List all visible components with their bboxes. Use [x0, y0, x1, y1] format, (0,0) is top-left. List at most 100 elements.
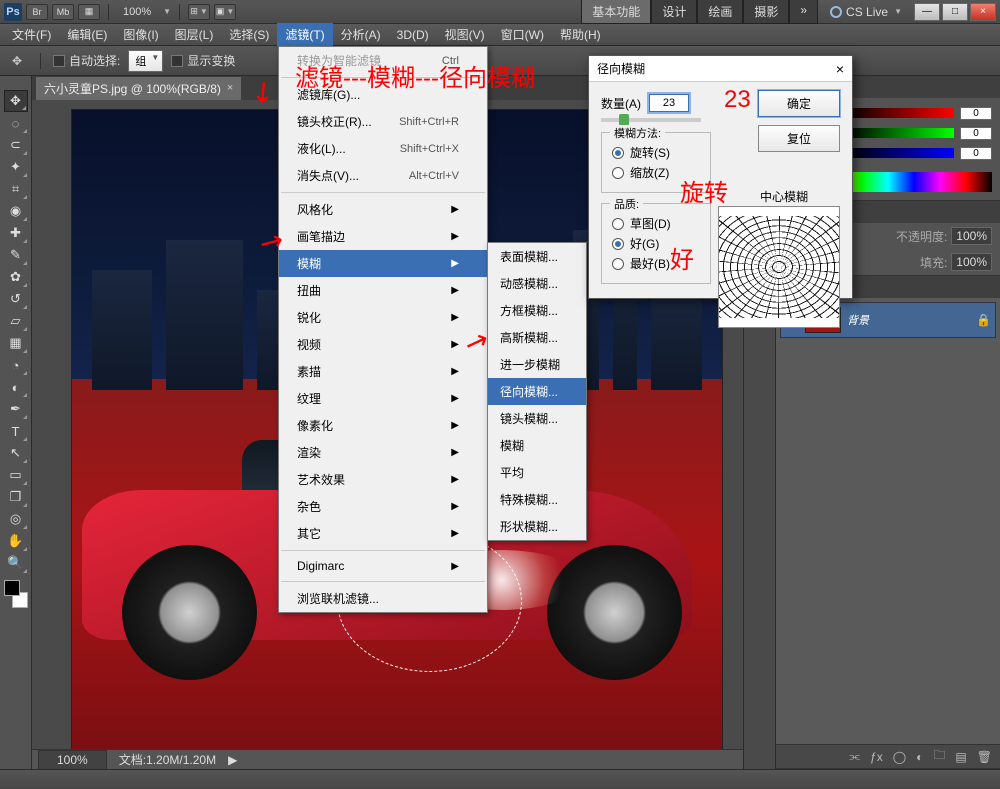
filter-video[interactable]: 视频▶ [279, 331, 487, 358]
quality-good-radio[interactable]: 好(G) [612, 235, 700, 252]
b-value[interactable]: 0 [960, 147, 992, 160]
move-tool[interactable]: ✥ [4, 90, 28, 112]
color-swatches[interactable] [4, 580, 28, 608]
minimize-button[interactable]: — [914, 3, 940, 21]
workspace-tab-photography[interactable]: 摄影 [743, 0, 789, 24]
workspace-tab-painting[interactable]: 绘画 [697, 0, 743, 24]
menu-view[interactable]: 视图(V) [437, 23, 493, 46]
healing-brush-tool[interactable]: ✚ [4, 222, 28, 244]
filter-texture[interactable]: 纹理▶ [279, 385, 487, 412]
filter-noise[interactable]: 杂色▶ [279, 493, 487, 520]
filter-digimarc[interactable]: Digimarc▶ [279, 554, 487, 578]
r-slider[interactable] [846, 108, 954, 118]
gaussian-blur[interactable]: 高斯模糊... [488, 324, 586, 351]
marquee-tool[interactable]: ◌ [4, 112, 28, 134]
filter-distort[interactable]: 扭曲▶ [279, 277, 487, 304]
fx-icon[interactable]: ƒx [870, 750, 883, 764]
new-layer-icon[interactable]: ▤ [955, 750, 966, 764]
filter-lens-correction[interactable]: 镜头校正(R)...Shift+Ctrl+R [279, 108, 487, 135]
dialog-titlebar[interactable]: 径向模糊 × [589, 56, 852, 82]
magic-wand-tool[interactable]: ✦ [4, 156, 28, 178]
menu-help[interactable]: 帮助(H) [552, 23, 609, 46]
blur-center-preview[interactable] [718, 206, 840, 328]
b-slider[interactable] [846, 148, 954, 158]
amount-slider[interactable] [601, 118, 701, 122]
eyedropper-tool[interactable]: ◉ [4, 200, 28, 222]
surface-blur[interactable]: 表面模糊... [488, 243, 586, 270]
reset-button[interactable]: 复位 [758, 125, 840, 152]
screen-mode-icon[interactable]: ▣▼ [214, 4, 236, 20]
arrange-docs-icon[interactable]: ⊞▼ [188, 4, 210, 20]
document-tab[interactable]: 六小灵童PS.jpg @ 100%(RGB/8)× [36, 77, 241, 100]
bridge-icon[interactable]: Br [26, 4, 48, 20]
method-zoom-radio[interactable]: 缩放(Z) [612, 164, 700, 181]
amount-input[interactable] [649, 94, 689, 112]
menu-image[interactable]: 图像(I) [115, 23, 166, 46]
auto-select-target[interactable]: 组 [128, 50, 163, 72]
close-button[interactable]: × [970, 3, 996, 21]
shape-tool[interactable]: ▭ [4, 464, 28, 486]
chevron-down-icon[interactable]: ▼ [163, 7, 171, 16]
lens-blur[interactable]: 镜头模糊... [488, 405, 586, 432]
menu-file[interactable]: 文件(F) [4, 23, 59, 46]
menu-window[interactable]: 窗口(W) [493, 23, 552, 46]
adjustment-layer-icon[interactable]: ◐ [916, 750, 923, 764]
fill-value[interactable]: 100% [951, 253, 992, 271]
menu-filter[interactable]: 滤镜(T) [277, 23, 332, 46]
filter-liquify[interactable]: 液化(L)...Shift+Ctrl+X [279, 135, 487, 162]
box-blur[interactable]: 方框模糊... [488, 297, 586, 324]
show-transform-checkbox[interactable]: 显示变换 [171, 52, 235, 69]
blur-more[interactable]: 进一步模糊 [488, 351, 586, 378]
filter-gallery[interactable]: 滤镜库(G)... [279, 81, 487, 108]
smart-blur[interactable]: 特殊模糊... [488, 486, 586, 513]
filter-blur[interactable]: 模糊▶ [279, 250, 487, 277]
workspace-tab-design[interactable]: 设计 [651, 0, 697, 24]
clone-stamp-tool[interactable]: ✿ [4, 266, 28, 288]
dodge-tool[interactable]: ◐ [4, 376, 28, 398]
maximize-button[interactable]: □ [942, 3, 968, 21]
ok-button[interactable]: 确定 [758, 90, 840, 117]
r-value[interactable]: 0 [960, 107, 992, 120]
menu-select[interactable]: 选择(S) [221, 23, 277, 46]
history-brush-tool[interactable]: ↺ [4, 288, 28, 310]
filter-stylize[interactable]: 风格化▶ [279, 196, 487, 223]
workspace-more[interactable]: » [789, 0, 818, 24]
g-slider[interactable] [846, 128, 954, 138]
auto-select-checkbox[interactable]: 自动选择: [53, 52, 120, 69]
mask-icon[interactable]: ◯ [893, 750, 906, 764]
opacity-value[interactable]: 100% [951, 227, 992, 245]
minibridge-icon[interactable]: Mb [52, 4, 74, 20]
filter-render[interactable]: 渲染▶ [279, 439, 487, 466]
filter-sharpen[interactable]: 锐化▶ [279, 304, 487, 331]
zoom-level[interactable]: 100% [117, 6, 157, 18]
close-icon[interactable]: × [227, 82, 233, 94]
eraser-tool[interactable]: ▱ [4, 310, 28, 332]
dialog-close-icon[interactable]: × [836, 61, 844, 77]
pen-tool[interactable]: ✒ [4, 398, 28, 420]
lasso-tool[interactable]: ⊂ [4, 134, 28, 156]
quality-draft-radio[interactable]: 草图(D) [612, 215, 700, 232]
filter-pixelate[interactable]: 像素化▶ [279, 412, 487, 439]
filter-brush-strokes[interactable]: 画笔描边▶ [279, 223, 487, 250]
filter-other[interactable]: 其它▶ [279, 520, 487, 547]
filter-artistic[interactable]: 艺术效果▶ [279, 466, 487, 493]
average[interactable]: 平均 [488, 459, 586, 486]
shape-blur[interactable]: 形状模糊... [488, 513, 586, 540]
brush-tool[interactable]: ✎ [4, 244, 28, 266]
filter-vanishing-point[interactable]: 消失点(V)...Alt+Ctrl+V [279, 162, 487, 189]
type-tool[interactable]: T [4, 420, 28, 442]
layer-name[interactable]: 背景 [847, 312, 869, 328]
status-zoom[interactable]: 100% [38, 750, 107, 770]
view-extras-icon[interactable]: ▦ [78, 4, 100, 20]
g-value[interactable]: 0 [960, 127, 992, 140]
quality-best-radio[interactable]: 最好(B) [612, 255, 700, 272]
gradient-tool[interactable]: ▦ [4, 332, 28, 354]
workspace-tab-essentials[interactable]: 基本功能 [581, 0, 651, 24]
chevron-right-icon[interactable]: ▶ [228, 753, 237, 767]
filter-browse-online[interactable]: 浏览联机滤镜... [279, 585, 487, 612]
menu-edit[interactable]: 编辑(E) [59, 23, 115, 46]
cslive-button[interactable]: CS Live▼ [830, 5, 902, 19]
menu-3d[interactable]: 3D(D) [389, 25, 437, 45]
method-spin-radio[interactable]: 旋转(S) [612, 144, 700, 161]
trash-icon[interactable]: 🗑 [977, 750, 992, 764]
